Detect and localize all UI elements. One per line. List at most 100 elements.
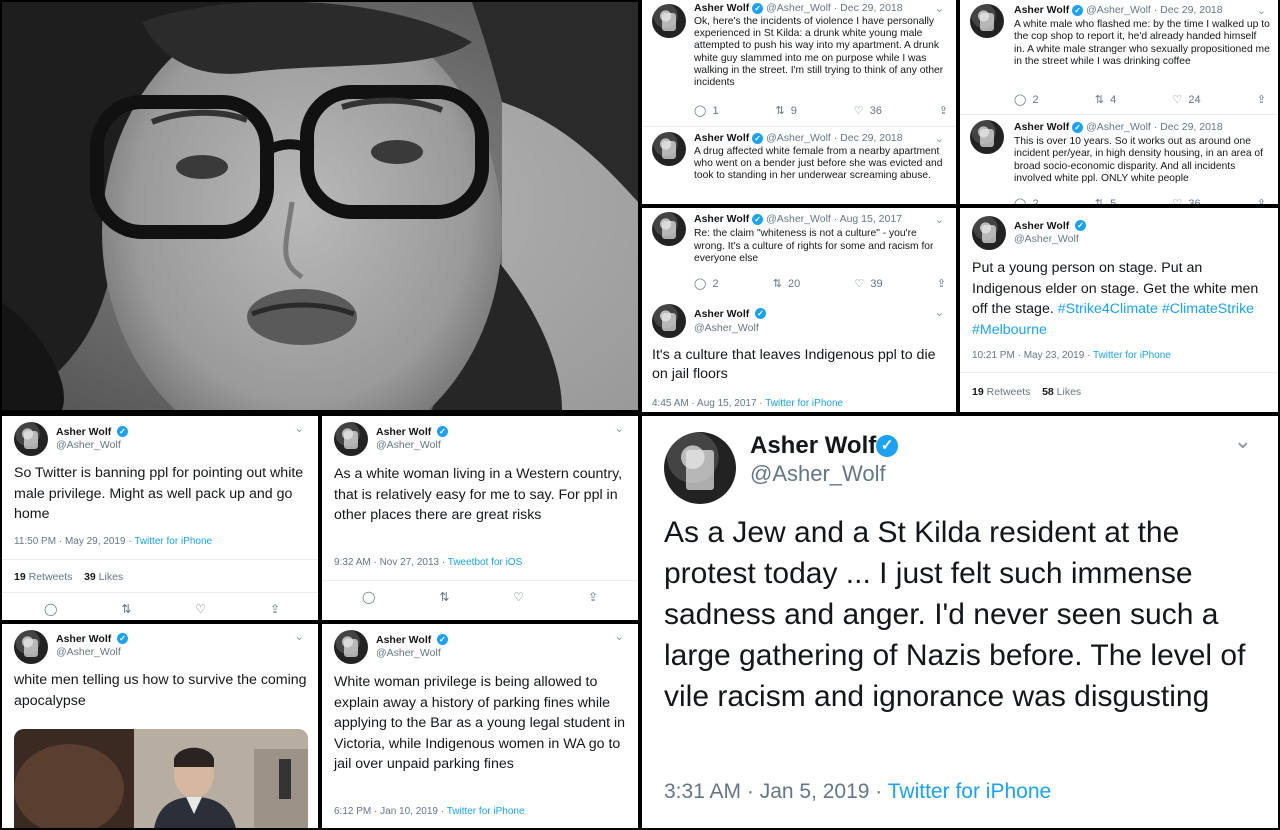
chevron-down-icon[interactable]: ⌄	[615, 630, 624, 643]
tweet-card[interactable]: Asher Wolf ✓ @Asher_Wolf Put a young per…	[960, 208, 1278, 412]
reply-count: 2	[712, 277, 719, 290]
author-handle-date: @Asher_Wolf · Aug 15, 2017	[766, 213, 903, 225]
avatar[interactable]	[652, 132, 686, 166]
author-name[interactable]: Asher Wolf	[1014, 121, 1069, 133]
chevron-down-icon[interactable]: ⌄	[935, 306, 944, 319]
tweet-card[interactable]: Asher Wolf ✓ @Asher_Wolf · Dec 29, 2018 …	[960, 116, 1278, 204]
retweet-button[interactable]: ⇅ 5	[1094, 197, 1116, 205]
tweet-card[interactable]: Asher Wolf ✓ @Asher_Wolf ⌄ It's a cultur…	[642, 300, 956, 412]
retweet-icon[interactable]: ⇅	[439, 590, 449, 604]
retweets-label: Retweets	[28, 571, 73, 583]
tweet-source-link[interactable]: Tweetbot for iOS	[448, 557, 522, 568]
reply-button[interactable]: ◯ 2	[1014, 93, 1039, 107]
author-name[interactable]: Asher Wolf	[376, 634, 431, 646]
retweet-icon: ⇅	[1094, 198, 1104, 204]
author-name[interactable]: Asher Wolf	[1014, 220, 1069, 232]
like-button[interactable]: ♡ 36	[1172, 197, 1200, 205]
avatar[interactable]	[652, 304, 686, 338]
tweet-source-link[interactable]: Twitter for iPhone	[765, 398, 843, 409]
chevron-down-icon[interactable]: ⌄	[935, 2, 944, 15]
author-name[interactable]: Asher Wolf	[694, 2, 749, 14]
tweet-card[interactable]: Asher Wolf ✓ @Asher_Wolf · Aug 15, 2017 …	[642, 208, 956, 300]
avatar[interactable]	[970, 4, 1004, 38]
tweet-card[interactable]: Asher Wolf ✓ @Asher_Wolf ⌄ white men tel…	[2, 624, 318, 828]
tweet-text: Ok, here's the incidents of violence I h…	[694, 16, 944, 89]
chevron-down-icon[interactable]: ⌄	[295, 422, 304, 435]
chevron-down-icon[interactable]: ⌄	[935, 213, 944, 226]
avatar[interactable]	[970, 120, 1004, 154]
author-name[interactable]: Asher Wolf	[750, 432, 876, 460]
tweet-thread-panel-3: Asher Wolf ✓ @Asher_Wolf · Aug 15, 2017 …	[642, 208, 956, 412]
like-button[interactable]: ♡ 39	[854, 277, 882, 291]
tweet-timestamp: 10:21 PM · May 23, 2019 ·	[972, 350, 1091, 361]
author-name[interactable]: Asher Wolf	[56, 426, 111, 438]
chevron-down-icon[interactable]: ⌄	[1257, 4, 1266, 17]
chevron-down-icon[interactable]: ⌄	[1234, 428, 1252, 454]
author-name[interactable]: Asher Wolf	[694, 308, 749, 320]
tweet-card[interactable]: Asher Wolf ✓ @Asher_Wolf ⌄ So Twitter is…	[2, 416, 318, 620]
avatar[interactable]	[334, 422, 368, 456]
reply-icon[interactable]: ◯	[362, 590, 375, 604]
author-name[interactable]: Asher Wolf	[56, 633, 111, 645]
tweet-text: It's a culture that leaves Indigenous pp…	[652, 347, 936, 382]
avatar[interactable]	[972, 216, 1006, 250]
tweet-card[interactable]: Asher Wolf ✓ @Asher_Wolf · Dec 29, 2018 …	[642, 128, 956, 204]
retweet-button[interactable]: ⇅ 20	[773, 277, 801, 291]
like-icon[interactable]: ♡	[195, 602, 206, 616]
share-button[interactable]: ⇪	[937, 277, 946, 290]
author-name[interactable]: Asher Wolf	[694, 213, 749, 225]
share-button[interactable]: ⇪	[1257, 197, 1266, 204]
retweet-count: 20	[788, 277, 801, 290]
retweets-count[interactable]: 19	[14, 571, 26, 583]
like-icon: ♡	[1172, 94, 1183, 106]
avatar[interactable]	[14, 422, 48, 456]
retweet-button[interactable]: ⇅ 9	[775, 104, 797, 118]
author-handle-date: @Asher_Wolf · Dec 29, 2018	[1086, 4, 1223, 16]
like-button[interactable]: ♡ 36	[854, 104, 882, 118]
tweet-source-link[interactable]: Twitter for iPhone	[888, 780, 1051, 803]
retweets-count[interactable]: 19	[972, 386, 984, 398]
tweet-source-link[interactable]: Twitter for iPhone	[447, 806, 525, 817]
chevron-down-icon[interactable]: ⌄	[935, 132, 944, 145]
reply-icon[interactable]: ◯	[44, 602, 57, 616]
tweet-panel-apocalypse: Asher Wolf ✓ @Asher_Wolf ⌄ white men tel…	[2, 624, 318, 828]
share-button[interactable]: ⇪	[1257, 93, 1266, 106]
author-name[interactable]: Asher Wolf	[694, 132, 749, 144]
like-icon[interactable]: ♡	[513, 590, 524, 604]
avatar[interactable]	[334, 630, 368, 664]
likes-count[interactable]: 58	[1042, 386, 1054, 398]
chevron-down-icon[interactable]: ⌄	[615, 422, 624, 435]
avatar[interactable]	[652, 212, 686, 246]
author-name[interactable]: Asher Wolf	[1014, 4, 1069, 16]
tweet-card[interactable]: Asher Wolf ✓ @Asher_Wolf ⌄ As a Jew and …	[642, 416, 1278, 828]
tweet-source-link[interactable]: Twitter for iPhone	[1093, 350, 1171, 361]
tweet-card[interactable]: Asher Wolf ✓ @Asher_Wolf · Dec 29, 2018 …	[642, 0, 956, 128]
avatar[interactable]	[652, 4, 686, 38]
retweet-count: 9	[790, 104, 797, 117]
retweet-button[interactable]: ⇅ 4	[1094, 93, 1116, 107]
avatar[interactable]	[664, 432, 736, 504]
share-icon[interactable]: ⇪	[588, 590, 598, 604]
reply-button[interactable]: ◯ 2	[694, 277, 719, 291]
reply-count: 1	[712, 104, 719, 117]
tweet-source-link[interactable]: Twitter for iPhone	[134, 536, 212, 547]
tweet-card[interactable]: Asher Wolf ✓ @Asher_Wolf ⌄ As a white wo…	[322, 416, 638, 620]
author-name[interactable]: Asher Wolf	[376, 426, 431, 438]
like-button[interactable]: ♡ 24	[1172, 93, 1200, 107]
tweet-actions: ◯ 2 ⇅ 20 ♡ 39 ⇪	[694, 277, 946, 291]
tweet-text: Re: the claim "whiteness is not a cultur…	[694, 228, 934, 265]
tweet-media-image[interactable]	[14, 729, 308, 828]
chevron-down-icon[interactable]: ⌄	[295, 630, 304, 643]
share-icon[interactable]: ⇪	[270, 602, 280, 616]
tweet-card[interactable]: Asher Wolf ✓ @Asher_Wolf · Dec 29, 2018 …	[960, 0, 1278, 116]
likes-count[interactable]: 39	[84, 571, 96, 583]
tweet-card[interactable]: Asher Wolf ✓ @Asher_Wolf ⌄ White woman p…	[322, 624, 638, 828]
tweet-actions: ◯ ⇅ ♡ ⇪	[44, 602, 280, 616]
share-button[interactable]: ⇪	[939, 104, 948, 117]
retweet-icon[interactable]: ⇅	[121, 602, 131, 616]
retweet-icon: ⇅	[1094, 94, 1104, 106]
reply-button[interactable]: ◯ 1	[694, 104, 719, 118]
reply-button[interactable]: ◯ 2	[1014, 197, 1039, 205]
like-icon: ♡	[1172, 198, 1183, 204]
avatar[interactable]	[14, 630, 48, 664]
